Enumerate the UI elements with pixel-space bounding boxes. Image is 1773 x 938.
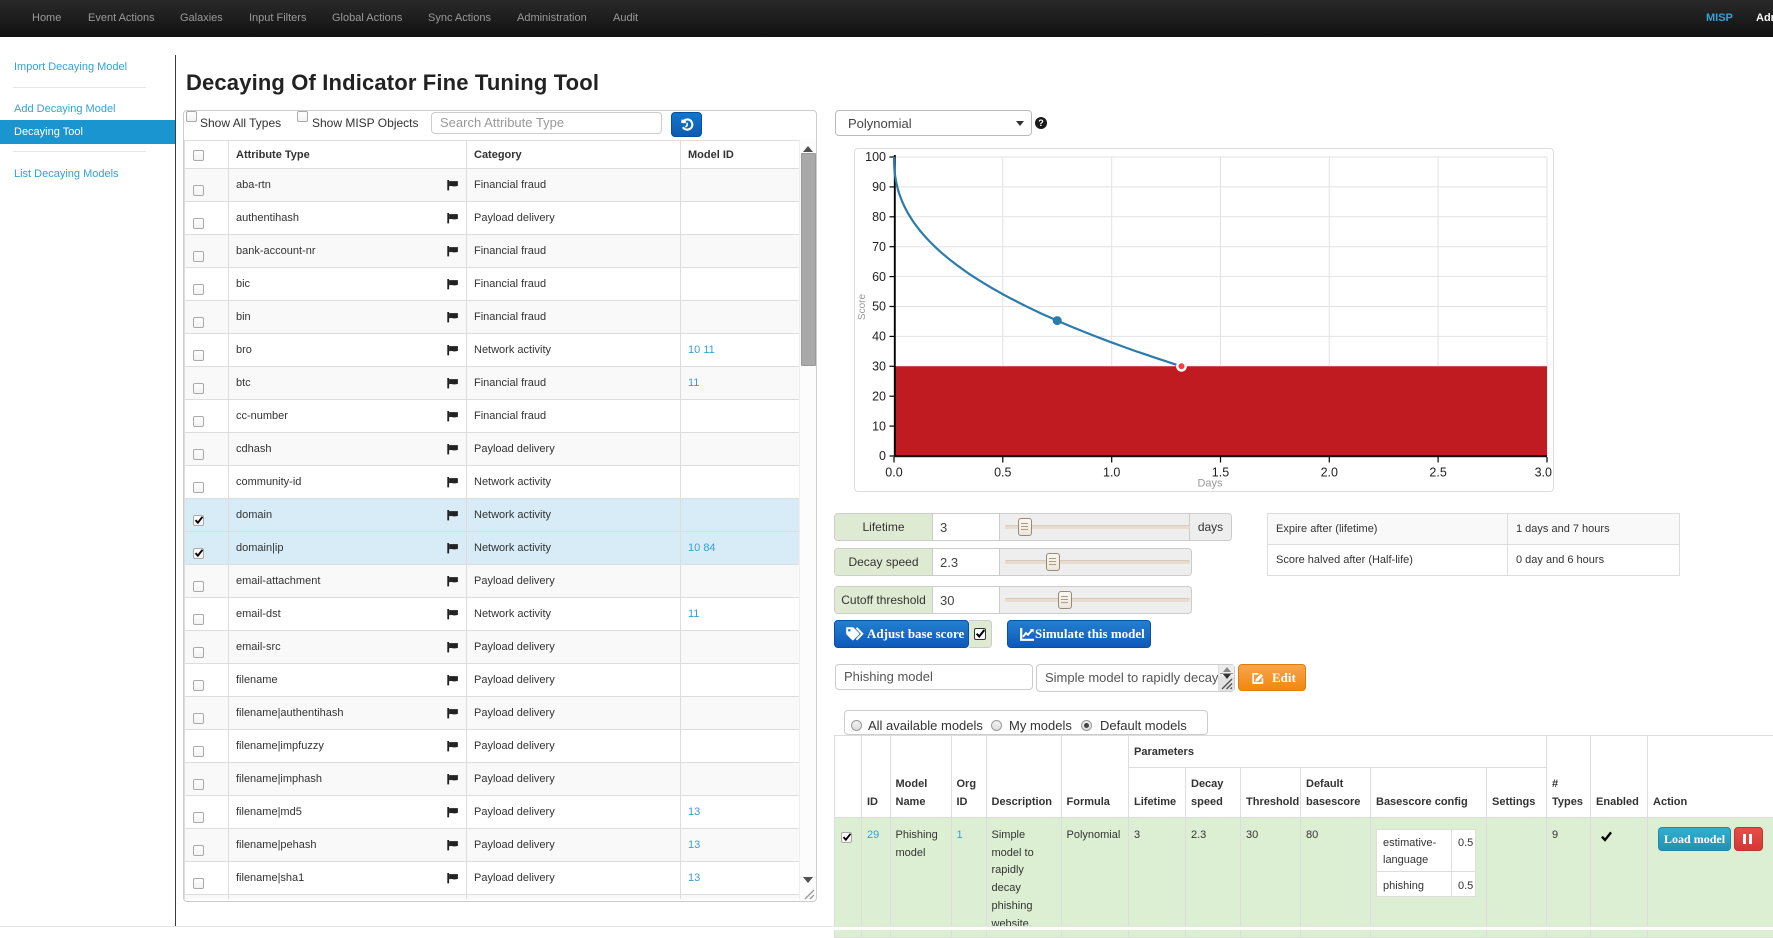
svg-text:10: 10 (872, 419, 886, 433)
svg-text:90: 90 (872, 180, 886, 194)
svg-text:70: 70 (872, 240, 886, 254)
svg-text:50: 50 (872, 300, 886, 314)
svg-text:3.0: 3.0 (1535, 466, 1552, 480)
svg-text:0: 0 (879, 449, 886, 463)
svg-text:60: 60 (872, 270, 886, 284)
svg-text:20: 20 (872, 389, 886, 403)
svg-text:100: 100 (865, 150, 886, 164)
svg-text:80: 80 (872, 210, 886, 224)
svg-text:30: 30 (872, 360, 886, 374)
svg-text:1.0: 1.0 (1103, 466, 1120, 480)
svg-text:Days: Days (1197, 478, 1223, 490)
svg-text:0.0: 0.0 (885, 466, 902, 480)
svg-text:2.5: 2.5 (1429, 466, 1446, 480)
svg-text:2.0: 2.0 (1321, 466, 1338, 480)
svg-text:Score: Score (857, 294, 868, 321)
svg-text:40: 40 (872, 330, 886, 344)
svg-text:0.5: 0.5 (994, 466, 1011, 480)
